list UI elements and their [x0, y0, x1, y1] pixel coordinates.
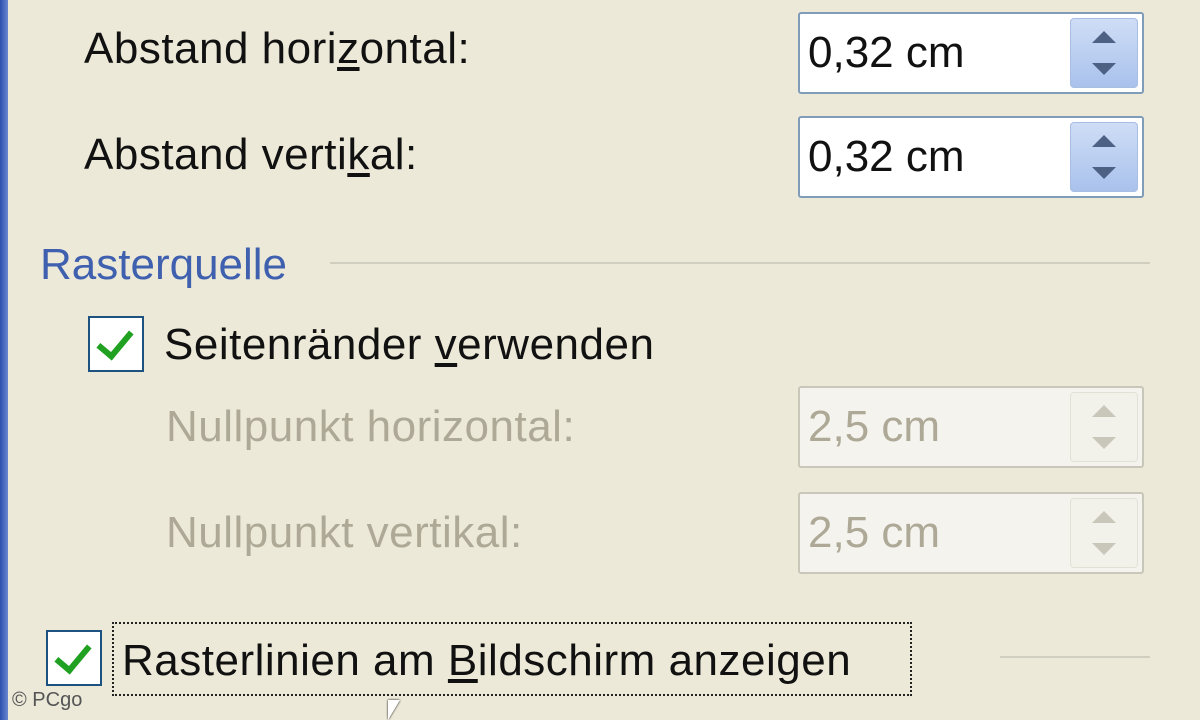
horizontal-spacing-label: Abstand horizontal: [84, 24, 471, 73]
spin-down-icon [1092, 437, 1116, 449]
show-gridlines-checkbox[interactable] [46, 630, 102, 686]
spin-up-icon [1092, 511, 1116, 523]
horizontal-spacing-input[interactable]: 0,32 cm [808, 28, 965, 78]
origin-horizontal-input: 2,5 cm [808, 402, 941, 451]
show-gridlines-label[interactable]: Rasterlinien am Bildschirm anzeigen [122, 636, 851, 686]
origin-horizontal-spinner: 2,5 cm [798, 386, 1144, 468]
vertical-spacing-spinner[interactable]: 0,32 cm [798, 116, 1144, 198]
vertical-spacing-input[interactable]: 0,32 cm [808, 132, 965, 182]
use-margins-label[interactable]: Seitenränder verwenden [164, 320, 654, 370]
group-divider [1000, 656, 1150, 658]
vertical-spacing-label: Abstand vertikal: [84, 130, 418, 179]
watermark: © PCgo [12, 689, 83, 711]
horizontal-spacing-spin-buttons[interactable] [1070, 18, 1138, 88]
spin-down-icon[interactable] [1092, 63, 1116, 75]
origin-vertical-label: Nullpunkt vertikal: [166, 508, 523, 557]
spin-up-icon[interactable] [1092, 31, 1116, 43]
origin-vertical-input: 2,5 cm [808, 508, 941, 557]
grid-source-group-title: Rasterquelle [40, 240, 288, 289]
origin-vertical-spinner: 2,5 cm [798, 492, 1144, 574]
origin-vertical-spin-buttons [1070, 498, 1138, 568]
vertical-spacing-spin-buttons[interactable] [1070, 122, 1138, 192]
spin-up-icon[interactable] [1092, 135, 1116, 147]
mouse-cursor-icon [388, 700, 400, 720]
checkmark-icon [96, 321, 134, 361]
use-margins-checkbox[interactable] [88, 316, 144, 372]
window-frame-left [0, 0, 8, 720]
horizontal-spacing-spinner[interactable]: 0,32 cm [798, 12, 1144, 94]
group-divider [330, 262, 1150, 264]
origin-horizontal-label: Nullpunkt horizontal: [166, 402, 576, 451]
spin-up-icon [1092, 405, 1116, 417]
spin-down-icon[interactable] [1092, 167, 1116, 179]
checkmark-icon [54, 635, 92, 675]
spin-down-icon [1092, 543, 1116, 555]
origin-horizontal-spin-buttons [1070, 392, 1138, 462]
